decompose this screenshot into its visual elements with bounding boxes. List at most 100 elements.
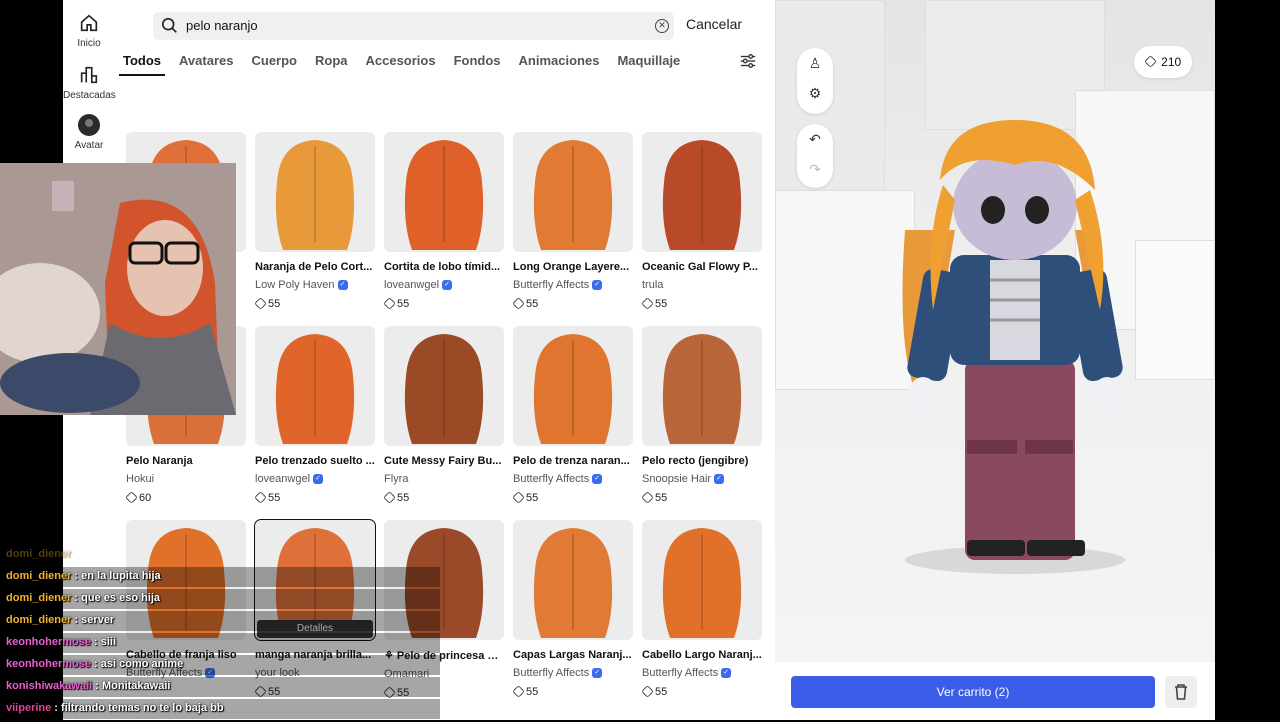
history-tools: ↶ ↷ [797,124,833,188]
item-creator[interactable]: Flyra [384,473,504,485]
item-thumbnail[interactable] [255,132,375,252]
tab-animaciones[interactable]: Animaciones [515,52,604,76]
hair-preview-image [275,334,355,444]
item-card[interactable]: Pelo trenzado suelto ... loveanwgel ✓ 55 [254,326,375,504]
hair-preview-image [533,528,613,638]
hair-preview-image [275,140,355,250]
avatar-settings-icon[interactable]: ⚙ [797,78,833,108]
tab-todos[interactable]: Todos [119,52,166,76]
search-input[interactable] [186,12,626,40]
item-creator[interactable]: Low Poly Haven ✓ [255,279,375,291]
item-thumbnail[interactable] [513,326,633,446]
tab-cuerpo[interactable]: Cuerpo [247,52,301,76]
avatar-icon [78,114,100,136]
nav-avatar[interactable]: Avatar [63,114,115,151]
item-card[interactable]: Cabello Largo Naranj... Butterfly Affects… [641,520,762,698]
hair-preview-image [404,140,484,250]
item-card[interactable]: Long Orange Layere... Butterfly Affects ✓ 5… [512,132,633,310]
item-thumbnail[interactable] [384,132,504,252]
item-card[interactable]: Oceanic Gal Flowy P... trula 55 [641,132,762,310]
robux-icon [254,296,267,310]
item-card[interactable]: Pelo de trenza naran... Butterfly Affects… [512,326,633,504]
item-price: 55 [512,684,633,698]
chat-username: keonhohermose [6,636,91,648]
tab-ropa[interactable]: Ropa [311,52,352,76]
filter-icon[interactable] [739,52,757,70]
tab-avatares[interactable]: Avatares [175,52,237,76]
cancel-button[interactable]: Cancelar [686,16,742,32]
item-card[interactable]: Naranja de Pelo Cort... Low Poly Haven ✓ 55 [254,132,375,310]
chat-message: domi_diener [6,548,71,568]
verified-badge-icon: ✓ [337,280,348,291]
item-creator[interactable]: trula [642,279,762,291]
undo-icon[interactable]: ↶ [797,124,833,154]
chat-message: viiperine : filtrando temas no te lo baj… [6,702,224,722]
item-creator[interactable]: Hokui [126,473,246,485]
chat-username: keonhohermose [6,658,91,670]
item-creator[interactable]: loveanwgel ✓ [384,279,504,291]
view-cart-button[interactable]: Ver carrito (2) [791,676,1155,708]
item-name: Cortita de lobo tímid... [384,261,501,273]
chat-text: : asi como anime [90,658,184,670]
tab-accesorios[interactable]: Accesorios [361,52,439,76]
hair-preview-image [533,334,613,444]
item-card[interactable]: Pelo recto (jengibre) Snoopsie Hair ✓ 55 [641,326,762,504]
chat-username: konishiwakawaii [6,680,93,692]
robux-icon [641,490,654,504]
item-price: 55 [641,296,762,310]
item-creator[interactable]: Butterfly Affects ✓ [513,473,633,485]
item-creator[interactable]: Butterfly Affects ✓ [513,667,633,679]
trash-icon [1175,684,1187,700]
redo-icon[interactable]: ↷ [797,154,833,184]
robux-icon [1144,55,1157,69]
chat-text: : filtrando temas no te lo baja bb [51,702,224,714]
nav-avatar-label: Avatar [74,140,104,151]
robux-balance[interactable]: 210 [1134,46,1192,78]
item-thumbnail[interactable] [642,520,762,640]
item-card[interactable]: Capas Largas Naranj... Butterfly Affects ✓… [512,520,633,698]
avatar-preview[interactable]: 210 ♙ ⚙ ↶ ↷ [775,0,1215,662]
verified-badge-icon: ✓ [592,668,603,679]
item-card[interactable]: Cute Messy Fairy Bu... Flyra 55 [383,326,504,504]
verified-badge-icon: ✓ [442,280,453,291]
item-name: Cute Messy Fairy Bu... [384,455,502,467]
chat-username: viiperine [6,702,52,714]
robux-icon [254,490,267,504]
nav-home[interactable]: Inicio [63,12,115,49]
tab-maquillaje[interactable]: Maquillaje [613,52,684,76]
chat-message: domi_diener : server [6,614,114,634]
item-thumbnail[interactable] [513,132,633,252]
robux-icon [641,684,654,698]
item-price: 55 [383,490,504,504]
robux-icon [125,490,138,504]
robux-icon [512,684,525,698]
nav-featured[interactable]: Destacadas [63,64,116,101]
item-price: 55 [383,296,504,310]
item-name: Pelo de trenza naran... [513,455,630,467]
item-creator[interactable]: loveanwgel ✓ [255,473,375,485]
tab-fondos[interactable]: Fondos [450,52,505,76]
item-thumbnail[interactable] [642,132,762,252]
verified-badge-icon: ✓ [714,474,725,485]
item-price: 55 [641,684,762,698]
search-bar[interactable]: ✕ [153,12,674,40]
verified-badge-icon: ✓ [721,668,732,679]
item-name: Capas Largas Naranj... [513,649,632,661]
item-thumbnail[interactable] [255,326,375,446]
avatar-view-icon[interactable]: ♙ [797,48,833,78]
verified-badge-icon: ✓ [592,280,603,291]
item-creator[interactable]: Butterfly Affects ✓ [513,279,633,291]
chat-text: : Monitakawaii [92,680,171,692]
item-thumbnail[interactable] [513,520,633,640]
clear-search-icon[interactable]: ✕ [655,19,669,33]
trash-button[interactable] [1165,676,1197,708]
item-card[interactable]: Cortita de lobo tímid... loveanwgel ✓ 55 [383,132,504,310]
item-thumbnail[interactable] [642,326,762,446]
chat-text: : en la lupita hija [71,570,161,582]
item-thumbnail[interactable] [384,326,504,446]
item-creator[interactable]: Snoopsie Hair ✓ [642,473,762,485]
chat-text: : que es eso hija [71,592,161,604]
item-price: 55 [254,296,375,310]
robux-icon [383,296,396,310]
item-creator[interactable]: Butterfly Affects ✓ [642,667,762,679]
